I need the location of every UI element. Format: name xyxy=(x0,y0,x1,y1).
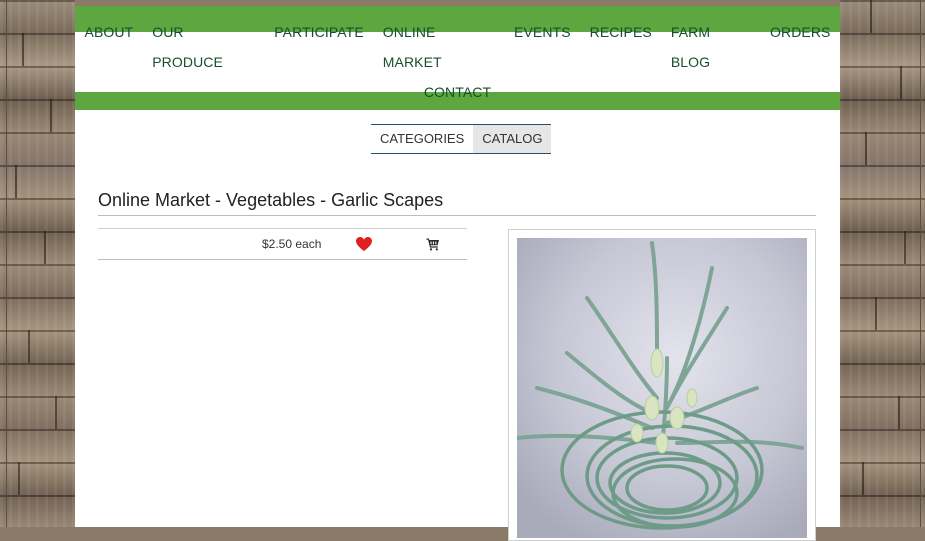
nav-item-orders[interactable]: ORDERS xyxy=(761,17,841,77)
wood-background-left xyxy=(0,0,75,527)
nav-item-online-market[interactable]: ONLINE MARKET xyxy=(373,17,504,77)
nav-item-our-produce[interactable]: OUR PRODUCE xyxy=(143,17,265,77)
nav-item-farm-blog[interactable]: FARM BLOG xyxy=(661,17,760,77)
tab-catalog[interactable]: CATALOG xyxy=(473,125,552,153)
nav-row-1: ABOUT OUR PRODUCE PARTICIPATE ONLINE MAR… xyxy=(75,17,840,77)
nav-item-contact[interactable]: CONTACT xyxy=(414,77,500,107)
product-price: $2.50 each xyxy=(262,237,322,251)
nav-item-participate[interactable]: PARTICIPATE xyxy=(265,17,374,77)
nav-item-recipes[interactable]: RECIPES xyxy=(580,17,661,77)
cart-icon[interactable] xyxy=(426,237,440,251)
product-row: $2.50 each xyxy=(98,228,467,260)
product-image-frame xyxy=(508,229,816,541)
heart-icon[interactable] xyxy=(355,236,373,252)
nav-item-events[interactable]: EVENTS xyxy=(505,17,581,77)
main-nav: ABOUT OUR PRODUCE PARTICIPATE ONLINE MAR… xyxy=(75,24,840,100)
nav-row-2: CONTACT xyxy=(75,77,840,107)
nav-item-about[interactable]: ABOUT xyxy=(75,17,143,77)
page-content: ABOUT OUR PRODUCE PARTICIPATE ONLINE MAR… xyxy=(75,6,840,541)
tab-categories[interactable]: CATEGORIES xyxy=(371,125,473,153)
market-subtabs: CATEGORIES CATALOG xyxy=(371,124,552,154)
garlic-scapes-photo[interactable] xyxy=(517,238,807,538)
page-title: Online Market - Vegetables - Garlic Scap… xyxy=(98,190,444,210)
title-divider xyxy=(98,215,816,216)
wood-background-right xyxy=(840,0,925,527)
